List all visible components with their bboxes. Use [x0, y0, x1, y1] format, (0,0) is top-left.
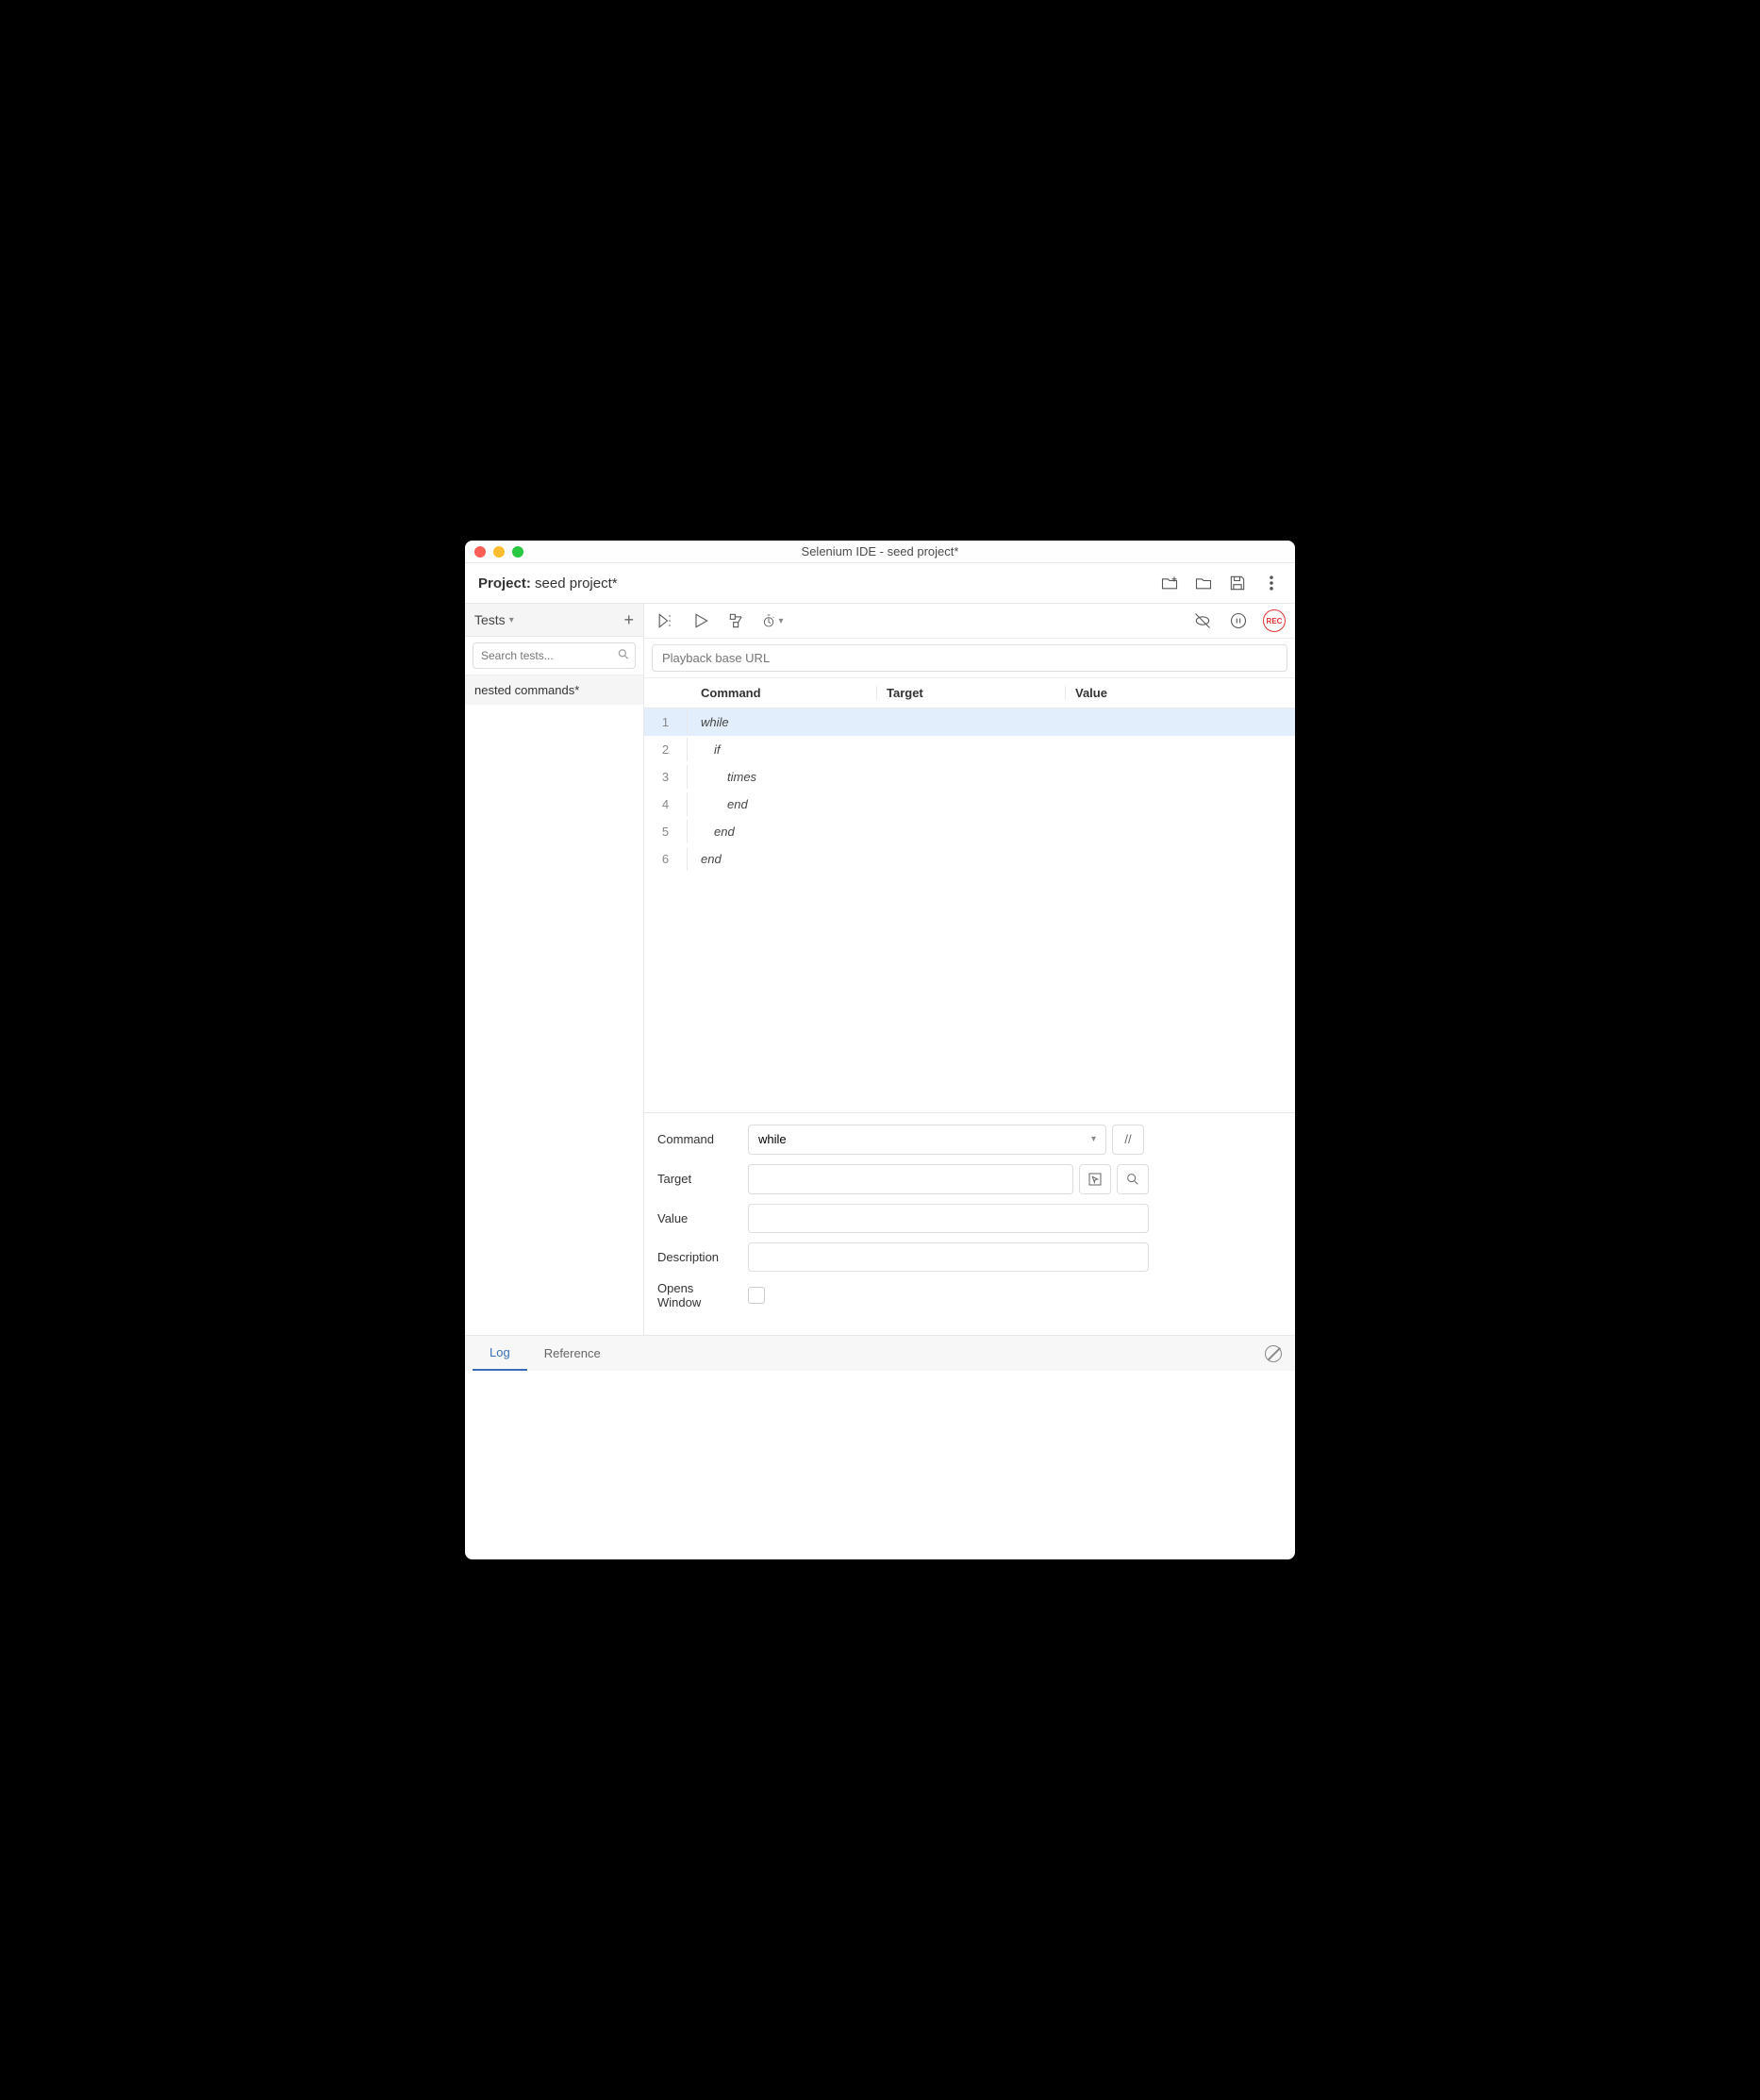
row-number: 2 [644, 738, 688, 761]
row-number: 4 [644, 792, 688, 816]
editor-description-label: Description [657, 1250, 739, 1264]
search-icon [1125, 1172, 1140, 1187]
step-over-icon [727, 611, 746, 630]
target-input[interactable] [748, 1164, 1073, 1194]
chevron-down-icon: ▾ [1091, 1134, 1096, 1144]
row-number: 5 [644, 820, 688, 843]
row-number: 1 [644, 710, 688, 734]
bottom-tabs: Log Reference [465, 1335, 1295, 1371]
project-bar: Project: seed project* [465, 563, 1295, 604]
command-select[interactable]: while ▾ [748, 1125, 1106, 1155]
sidebar-title-text: Tests [474, 612, 506, 627]
search-icon [617, 648, 630, 664]
save-icon [1228, 574, 1247, 592]
tab-reference[interactable]: Reference [527, 1337, 618, 1370]
table-row[interactable]: 6end [644, 845, 1295, 873]
speed-button[interactable]: ▾ [761, 609, 784, 632]
project-actions [1159, 573, 1282, 593]
table-row[interactable]: 5end [644, 818, 1295, 845]
row-command: if [688, 742, 876, 757]
value-input[interactable] [748, 1204, 1149, 1233]
folder-icon [1194, 574, 1213, 592]
command-editor: Command while ▾ // Target [644, 1112, 1295, 1335]
record-button[interactable]: REC [1263, 609, 1286, 632]
play-icon [691, 611, 710, 630]
search-input[interactable] [473, 642, 636, 669]
project-label-text: Project: [478, 575, 531, 592]
table-row[interactable]: 4end [644, 791, 1295, 818]
toolbar: ▾ REC [644, 604, 1295, 639]
opens-window-checkbox[interactable] [748, 1287, 765, 1304]
chevron-down-icon: ▾ [509, 615, 514, 625]
breakpoint-off-icon [1193, 611, 1212, 630]
search-wrap [465, 637, 643, 675]
rec-label: REC [1267, 617, 1283, 625]
url-row [644, 639, 1295, 678]
pause-button[interactable] [1227, 609, 1250, 632]
row-command: end [688, 797, 876, 811]
new-folder-icon [1160, 574, 1179, 592]
disable-breakpoints-button[interactable] [1191, 609, 1214, 632]
select-target-button[interactable] [1079, 1164, 1111, 1194]
run-button[interactable] [689, 609, 712, 632]
command-table: Command Target Value 1while2if3times4end… [644, 678, 1295, 1112]
table-row[interactable]: 1while [644, 708, 1295, 736]
find-target-button[interactable] [1117, 1164, 1149, 1194]
row-command: times [688, 770, 876, 784]
command-select-value: while [758, 1132, 787, 1146]
base-url-input[interactable] [652, 644, 1287, 672]
editor-value-label: Value [657, 1211, 739, 1225]
save-project-button[interactable] [1227, 573, 1248, 593]
titlebar: Selenium IDE - seed project* [465, 541, 1295, 563]
editor-opens-window-label: Opens Window [657, 1281, 739, 1310]
project-label: Project: seed project* [478, 575, 618, 592]
more-menu-button[interactable] [1261, 573, 1282, 593]
open-project-button[interactable] [1193, 573, 1214, 593]
header-target: Target [876, 686, 1065, 700]
more-vertical-icon [1262, 574, 1281, 592]
tab-log[interactable]: Log [473, 1336, 527, 1371]
test-item[interactable]: nested commands* [465, 675, 643, 705]
toggle-comment-button[interactable]: // [1112, 1125, 1144, 1155]
app-window: Selenium IDE - seed project* Project: se… [465, 541, 1295, 1559]
row-number: 6 [644, 847, 688, 871]
stopwatch-icon [761, 613, 776, 628]
row-number: 3 [644, 765, 688, 789]
project-name: seed project* [535, 575, 618, 592]
selector-icon [1088, 1172, 1103, 1187]
editor-target-label: Target [657, 1172, 739, 1186]
description-input[interactable] [748, 1242, 1149, 1272]
content: ▾ REC Command Tar [644, 604, 1295, 1335]
chevron-down-icon: ▾ [778, 616, 783, 626]
play-all-icon [656, 611, 674, 630]
new-project-button[interactable] [1159, 573, 1180, 593]
editor-command-label: Command [657, 1132, 739, 1146]
sidebar-header: Tests ▾ + [465, 604, 643, 637]
add-test-button[interactable]: + [623, 611, 634, 628]
table-row[interactable]: 2if [644, 736, 1295, 763]
sidebar: Tests ▾ + nested commands* [465, 604, 644, 1335]
table-row[interactable]: 3times [644, 763, 1295, 791]
row-command: end [688, 825, 876, 839]
run-all-button[interactable] [654, 609, 676, 632]
step-button[interactable] [725, 609, 748, 632]
tests-dropdown[interactable]: Tests ▾ [474, 612, 514, 627]
window-title: Selenium IDE - seed project* [465, 544, 1295, 558]
log-area [465, 1371, 1295, 1559]
main-split: Tests ▾ + nested commands* [465, 604, 1295, 1335]
row-command: while [688, 715, 876, 729]
test-list: nested commands* [465, 675, 643, 1335]
header-value: Value [1065, 686, 1295, 700]
clear-log-button[interactable] [1265, 1345, 1282, 1362]
table-body: 1while2if3times4end5end6end [644, 708, 1295, 1112]
pause-icon [1229, 611, 1248, 630]
header-command: Command [688, 686, 876, 700]
row-command: end [688, 852, 876, 866]
table-header: Command Target Value [644, 678, 1295, 708]
